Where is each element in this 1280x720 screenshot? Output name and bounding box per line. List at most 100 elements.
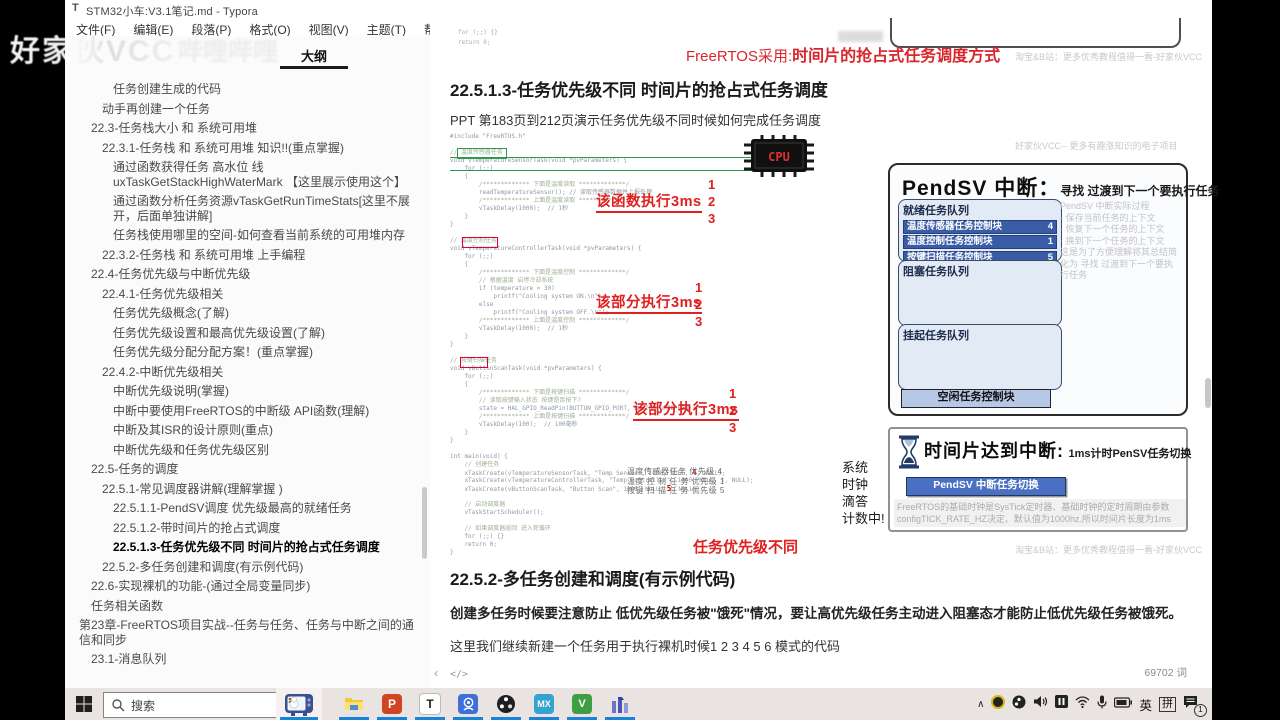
code-line: }: [450, 429, 469, 436]
code-line: for (;;): [450, 373, 494, 380]
notification-icon[interactable]: 1: [1183, 695, 1207, 717]
code-line: }: [450, 437, 454, 444]
outline-item[interactable]: 22.5.1.3-任务优先级不同 时间片的抢占式任务调度: [65, 540, 430, 555]
tray-expand-icon[interactable]: ∧: [977, 699, 984, 710]
systick-note-line: FreeRTOS的基础时钟是SysTick定时器、基础时钟的定时周期由参数: [897, 502, 1170, 512]
taskbar-icon-obs[interactable]: [487, 688, 525, 720]
taskbar-icon-library[interactable]: [601, 688, 639, 720]
outline-item[interactable]: 22.5.1.1-PendSV调度 优先级最高的就绪任务: [65, 501, 430, 516]
pendsv-note-line: PendSV 中断实际过程: [1060, 201, 1150, 211]
outline-item[interactable]: 通过函数获得任务 高水位 线 uxTaskGetStackHighWaterMa…: [65, 160, 430, 189]
seq-3-1: 1: [729, 386, 737, 401]
code-line: #include "FreeRTOS.h": [450, 133, 526, 140]
seq-3-3: 3: [729, 420, 737, 435]
taskbar-icon-tv-app[interactable]: [276, 688, 322, 720]
pendsv-note-line: 化为 寻找 过渡到下一个要执: [1060, 258, 1174, 269]
taskbar-icon-camera-app[interactable]: [449, 688, 487, 720]
sidebar-scrollbar[interactable]: [422, 487, 427, 559]
annotation-3: 该部分执行3ms: [633, 398, 739, 421]
code-line: for (;;): [450, 253, 494, 260]
battery-icon[interactable]: [1114, 695, 1133, 713]
outline-item[interactable]: 22.6-实现裸机的功能-(通过全局变量同步): [65, 579, 430, 594]
outline-item[interactable]: 22.5.2-多任务创建和调度(有示例代码): [65, 560, 430, 575]
outline-item[interactable]: 第23章-FreeRTOS项目实战--任务与任务、任务与中断之间的通信和同步: [65, 618, 430, 647]
outline-item[interactable]: 22.5-任务的调度: [65, 462, 430, 477]
outline-item[interactable]: 23.1-消息队列: [65, 652, 430, 667]
tray-app-bars-icon[interactable]: [1055, 695, 1069, 713]
outline-item[interactable]: 22.3.2-任务栈 和 系统可用堆 上手编程: [65, 248, 430, 263]
outline-item[interactable]: 任务优先级概念(了解): [65, 306, 430, 321]
taskbar-search-input[interactable]: 搜索: [103, 692, 278, 718]
code-line: {: [450, 261, 469, 268]
code-line: }: [450, 333, 469, 340]
outline-item[interactable]: 22.5.1-常见调度器讲解(理解掌握 ): [65, 482, 430, 497]
taskbar-icon-file-explorer[interactable]: [335, 688, 373, 720]
pendsv-title-sub: 寻找 过渡到下一个要执行任务: [1060, 184, 1220, 198]
outline-item[interactable]: 22.4-任务优先级与中断优先级: [65, 267, 430, 282]
outline-item[interactable]: 22.3-任务栈大小 和 系统可用堆: [65, 121, 430, 136]
code-line: void vButtonScanTask(void *pvParameters)…: [450, 365, 602, 372]
wifi-icon[interactable]: [1075, 695, 1090, 713]
heading-2252: 22.5.2-多任务创建和调度(有示例代码): [450, 570, 736, 589]
outline-item[interactable]: 通过函数分析任务资源vTaskGetRunTimeStats[这里不展开，后面单…: [65, 194, 430, 223]
ready-queue-rows: 温度传感器任务控制块 4 温度控制任务控制块 1 按键扫描任务控制块 5: [903, 219, 1057, 265]
volume-icon[interactable]: [1033, 695, 1048, 713]
red-highlight-box-2: [460, 357, 488, 368]
outline-item[interactable]: 任务相关函数: [65, 599, 430, 614]
taskbar-icon-typora[interactable]: T: [411, 688, 449, 720]
microphone-icon[interactable]: [1097, 695, 1108, 714]
outline-item[interactable]: 任务栈使用哪里的空间-如何查看当前系统的可用堆内存: [65, 228, 430, 243]
previous-code-fragment: for (;;) {} return 0;: [458, 29, 498, 46]
content-area: for (;;) {} return 0; FreeRTOS采用:时间片的抢占式…: [430, 0, 1220, 688]
code-line: // 根据温度 启停冷却系统: [450, 277, 554, 284]
seq-1-3: 3: [708, 211, 716, 226]
watermark-top: 淘宝&B站：更多优秀教程值得一看-好家伙VCC: [1015, 52, 1203, 62]
pendsv-note-line: - 恢复下一个任务的上下文: [1060, 224, 1165, 234]
outline-item[interactable]: 22.4.2-中断优先级相关: [65, 365, 430, 380]
timeslice-title: 时间片达到中断: 1ms计时PenSV任务切换: [924, 437, 1191, 463]
outline-item[interactable]: 任务优先级设置和最高优先级设置(了解): [65, 326, 430, 341]
code-line: void vTemperatureControllerTask(void *pv…: [450, 245, 642, 252]
tray-obs-icon[interactable]: [1012, 695, 1026, 714]
taskbar-icon-powerpoint[interactable]: P: [373, 688, 411, 720]
blocked-queue-label: 阻塞任务队列: [903, 266, 969, 278]
taskbar: 搜索 P T MX V ∧ 英 拼 1: [65, 688, 1212, 720]
outline-item[interactable]: 22.4.1-任务优先级相关: [65, 287, 430, 302]
code-line: // 如果调度器返回 进入死循环: [450, 525, 551, 532]
outline-item[interactable]: 任务优先级分配分配方案！(重点掌握): [65, 345, 430, 360]
suspended-queue-box: 挂起任务队列: [898, 324, 1062, 390]
code-line: }: [450, 341, 454, 348]
ime-mode-indicator[interactable]: 拼: [1159, 696, 1176, 712]
tray-app-yellow-icon[interactable]: [991, 694, 1006, 714]
content-scrollbar[interactable]: [1205, 378, 1211, 408]
timeslice-box: 时间片达到中断: 1ms计时PenSV任务切换 PendSV 中断任务切换 Fr…: [888, 427, 1191, 532]
outline-item[interactable]: 22.3.1-任务栈 和 系统可用堆 知识!!(重点掌握): [65, 141, 430, 156]
outline-item[interactable]: 中断及其ISR的设计原则(重点): [65, 423, 430, 438]
hourglass-icon: [897, 435, 921, 474]
ime-language-indicator[interactable]: 英: [1139, 695, 1152, 714]
sidebar-toggle-icon[interactable]: ‹: [434, 666, 438, 680]
word-count: 69702 词: [1144, 667, 1187, 679]
big-red-caption: 任务优先级不同: [693, 539, 799, 556]
outline-item[interactable]: 动手再创建一个任务: [65, 102, 430, 117]
search-placeholder: 搜索: [131, 698, 156, 713]
outline-item[interactable]: 22.5.1.2-带时间片的抢占式调度: [65, 521, 430, 536]
code-line: // 温度控制任务: [450, 237, 497, 244]
pendsv-switch-bar: PendSV 中断任务切换: [906, 477, 1066, 496]
outline-item[interactable]: 中断中要使用FreeRTOS的中断级 API函数(理解): [65, 404, 430, 419]
outline-item[interactable]: 中断优先级说明(掌握): [65, 384, 430, 399]
start-button[interactable]: [75, 695, 93, 718]
outline-item[interactable]: 中断优先级和任务优先级区别: [65, 443, 430, 458]
blurred-fragment: [838, 31, 883, 42]
ready-queue-label: 就绪任务队列: [903, 205, 969, 217]
tab-outline[interactable]: 大纲: [280, 46, 348, 65]
source-mode-icon[interactable]: </>: [450, 669, 468, 680]
code-line: // 启动调度器: [450, 501, 506, 508]
pendsv-note-line: 行任务: [1060, 270, 1088, 280]
taskbar-icon-mx[interactable]: MX: [525, 688, 563, 720]
taskbar-icon-video-app[interactable]: V: [563, 688, 601, 720]
outline-item[interactable]: 任务创建生成的代码: [65, 82, 430, 97]
